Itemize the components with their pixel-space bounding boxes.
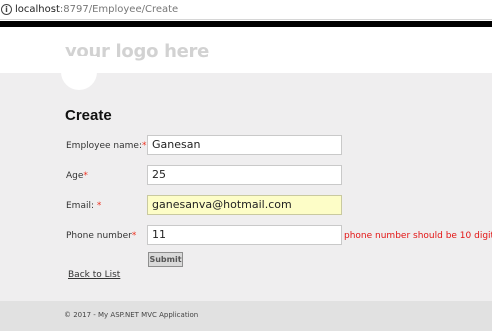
- phone-number-error: phone number should be 10 digits: [344, 231, 492, 241]
- back-to-list-link[interactable]: Back to List: [68, 269, 120, 281]
- required-marker: *: [142, 141, 147, 151]
- email-label: Email: *: [66, 201, 102, 211]
- required-marker: *: [83, 171, 88, 181]
- address-bar[interactable]: i localhost:8797/Employee/Create: [0, 0, 492, 20]
- required-marker: *: [96, 201, 102, 211]
- required-marker: *: [131, 231, 137, 241]
- site-footer: © 2017 - My ASP.NET MVC Application: [0, 301, 492, 331]
- url-path: :8797/Employee/Create: [59, 4, 179, 15]
- copyright-text: © 2017 - My ASP.NET MVC Application: [64, 311, 199, 319]
- phone-number-input[interactable]: 11: [147, 225, 342, 245]
- age-label: Age*: [66, 171, 88, 181]
- employee-name-input[interactable]: Ganesan: [147, 135, 342, 155]
- email-input[interactable]: ganesanva@hotmail.com: [147, 195, 342, 215]
- info-icon[interactable]: i: [1, 4, 12, 15]
- url-host: localhost: [15, 4, 60, 15]
- employee-name-label: Employee name:*: [66, 141, 147, 151]
- phone-number-label: Phone number*: [66, 231, 137, 241]
- age-input[interactable]: 25: [147, 165, 342, 185]
- submit-button[interactable]: Submit: [148, 252, 183, 267]
- page-title: Create: [65, 107, 112, 124]
- url-text[interactable]: localhost:8797/Employee/Create: [15, 4, 178, 16]
